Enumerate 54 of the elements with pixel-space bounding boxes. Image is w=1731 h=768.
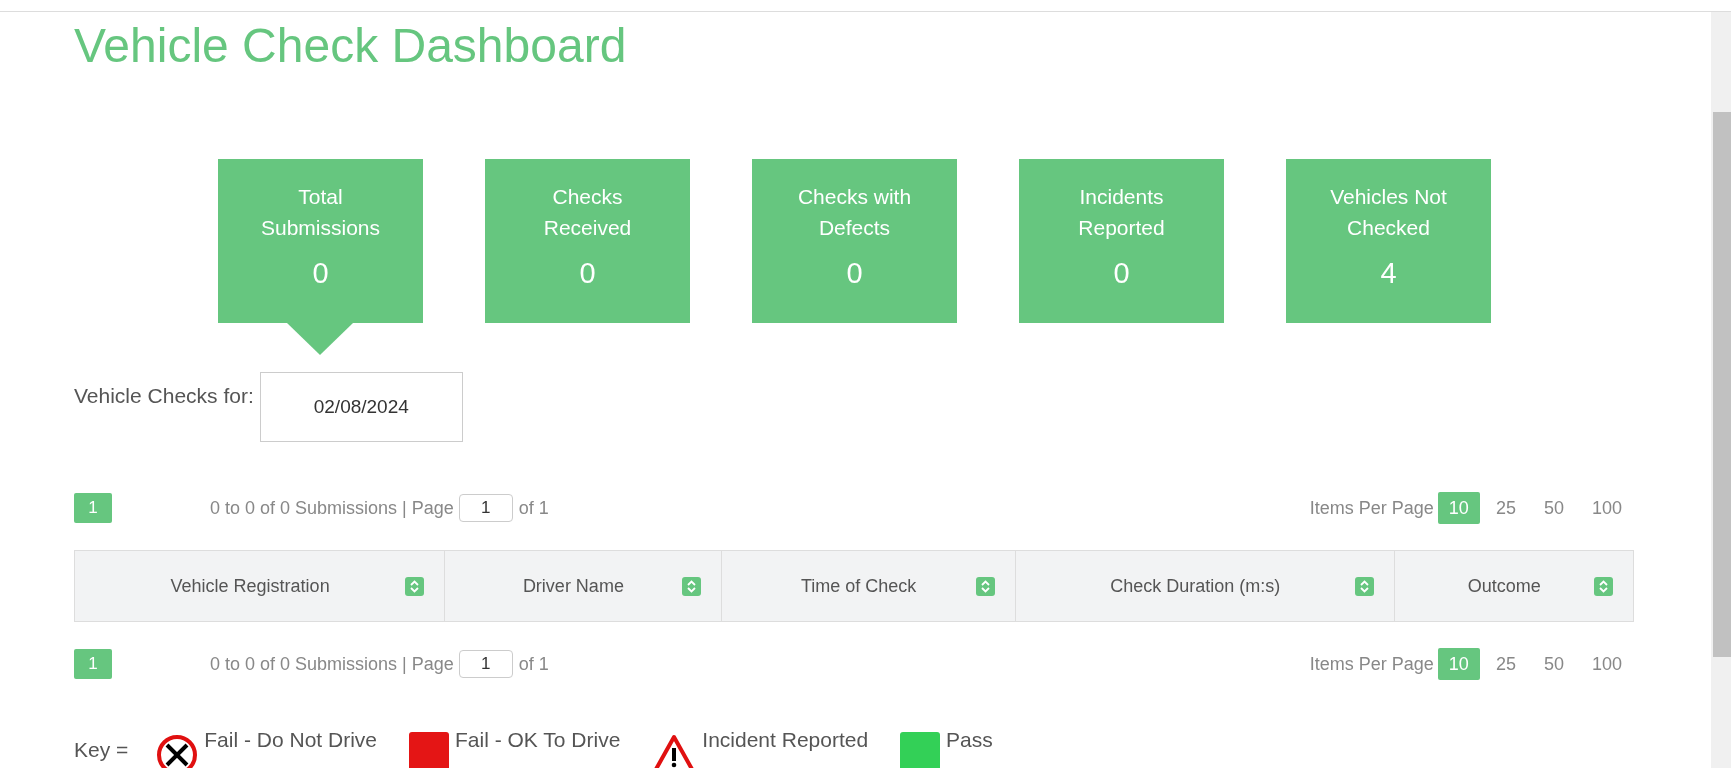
stat-card[interactable]: Vehicles Not Checked 4 (1286, 159, 1491, 323)
sort-icon[interactable] (975, 576, 995, 596)
sort-icon[interactable] (1594, 576, 1613, 596)
stat-value: 0 (312, 257, 329, 290)
stat-label: Total Submissions (259, 184, 382, 241)
page-size-option[interactable]: 25 (1483, 648, 1528, 680)
pass-square-icon (900, 732, 941, 768)
page-size-option[interactable]: 25 (1483, 492, 1528, 524)
page-size-option[interactable]: 10 (1437, 492, 1480, 524)
stat-value: 0 (579, 257, 596, 290)
page-size-option[interactable]: 50 (1531, 648, 1576, 680)
page-button[interactable]: 1 (74, 493, 112, 523)
stat-value: 0 (1113, 257, 1130, 290)
key-label: Key = (74, 738, 129, 762)
stat-card[interactable]: Incidents Reported 0 (1019, 159, 1224, 323)
page-title: Vehicle Check Dashboard (74, 18, 627, 73)
items-per-page-label: Items Per Page (1309, 653, 1434, 675)
scrollbar[interactable] (1711, 12, 1731, 768)
page-input[interactable]: 1 (458, 650, 513, 678)
column-header[interactable]: Vehicle Registration (74, 550, 445, 622)
page-count: of 1 (518, 497, 549, 519)
page-size-option[interactable]: 100 (1579, 648, 1634, 680)
items-per-page-label: Items Per Page (1309, 497, 1434, 519)
stat-value: 0 (846, 257, 863, 290)
pagination-summary: 0 to 0 of 0 Submissions | Page (210, 497, 454, 519)
stat-label: Checks Received (542, 184, 633, 241)
key-item-label: Fail - OK To Drive (455, 728, 621, 752)
column-header[interactable]: Driver Name (444, 550, 722, 622)
stat-label: Checks with Defects (796, 184, 913, 241)
pagination-summary: 0 to 0 of 0 Submissions | Page (210, 653, 454, 675)
stat-label: Incidents Reported (1077, 184, 1166, 241)
stat-label: Vehicles Not Checked (1329, 184, 1448, 241)
column-header[interactable]: Outcome (1394, 550, 1634, 622)
page-button[interactable]: 1 (74, 649, 112, 679)
key-item-label: Incident Reported (702, 728, 869, 752)
page-size-option[interactable]: 100 (1579, 492, 1634, 524)
page-count: of 1 (518, 653, 549, 675)
date-label: Vehicle Checks for: (74, 384, 254, 408)
stat-card[interactable]: Checks with Defects 0 (752, 159, 957, 323)
sort-icon[interactable] (405, 576, 425, 596)
key-item-label: Pass (946, 728, 993, 752)
stat-card[interactable]: Checks Received 0 (485, 159, 690, 323)
sort-icon[interactable] (1354, 576, 1374, 596)
sort-icon[interactable] (681, 576, 701, 596)
column-header[interactable]: Time of Check (721, 550, 1016, 622)
page-size-option[interactable]: 10 (1437, 648, 1480, 680)
stat-card[interactable]: Total Submissions 0 (218, 159, 423, 323)
fail-square-icon (409, 732, 449, 768)
date-field[interactable]: 02/08/2024 (259, 372, 463, 442)
key-item-label: Fail - Do Not Drive (204, 728, 377, 752)
stat-value: 4 (1380, 257, 1397, 290)
page-size-option[interactable]: 50 (1531, 492, 1576, 524)
column-header[interactable]: Check Duration (m:s) (1015, 550, 1395, 622)
page-input[interactable]: 1 (458, 494, 513, 522)
